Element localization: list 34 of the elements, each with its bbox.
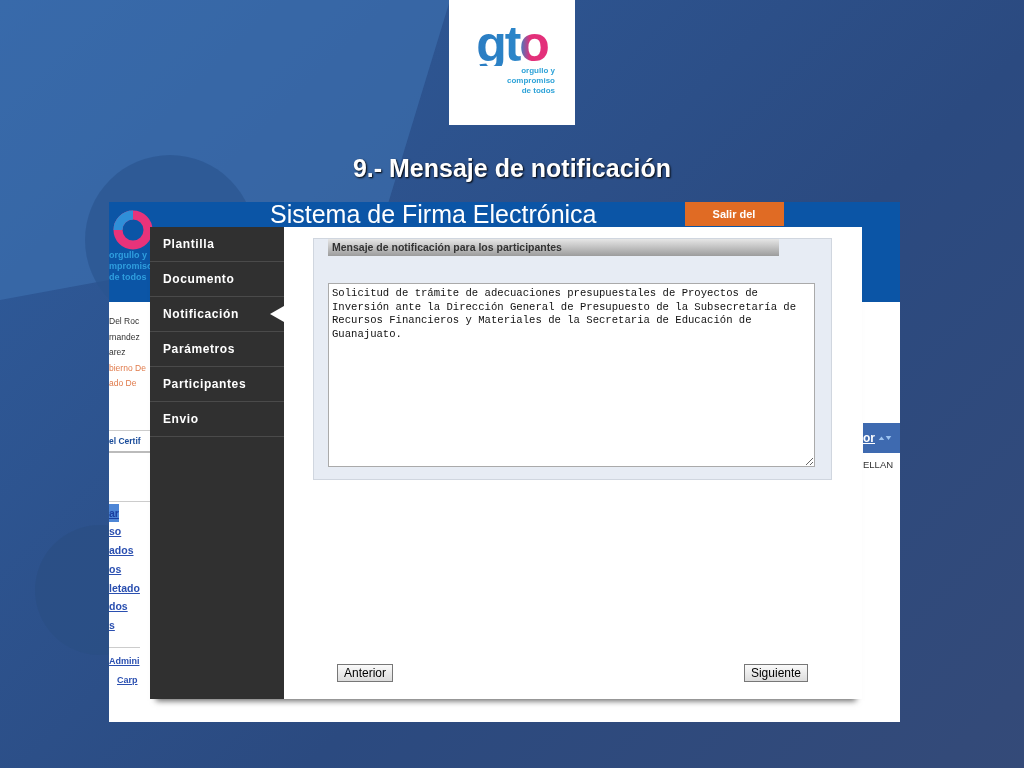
sort-arrows-icon xyxy=(878,435,892,441)
wizard-step[interactable]: Plantilla xyxy=(150,227,284,262)
logo-tagline: compromiso xyxy=(507,76,555,86)
logo-tagline: orgullo y xyxy=(109,250,148,261)
message-field[interactable]: Solicitud de trámite de adecuaciones presupuestales de Proyectos de Inversión ante la Dirección General de Presupuesto de la Subsecretaría de Recursos Financieros y Materiales de la Secretaria de Educación de Guanajuato. xyxy=(328,283,815,467)
logo-tagline: de todos xyxy=(521,86,555,96)
table-cell-text: ELLAN xyxy=(863,459,895,470)
user-info-text: bierno De xyxy=(109,361,147,375)
user-info-text: ado De xyxy=(109,377,138,390)
menu-link[interactable]: ados xyxy=(109,541,134,560)
user-info-text: rnandez xyxy=(109,330,141,344)
ring-logo-icon xyxy=(113,210,153,250)
menu-link[interactable]: os xyxy=(109,559,122,579)
menu-link[interactable]: so xyxy=(109,522,122,542)
menu-link[interactable]: Admini xyxy=(109,647,140,671)
logo-tagline: orgullo y xyxy=(521,66,555,76)
wizard-step[interactable]: Participantes xyxy=(150,367,284,402)
slide-title: 9.- Mensaje de notificación xyxy=(351,153,673,183)
logo-tagline: de todos xyxy=(109,272,148,283)
header-title: Sistema de Firma Electrónica xyxy=(270,202,597,226)
menu-link[interactable]: letado xyxy=(109,578,140,598)
menu-link[interactable]: s xyxy=(109,616,115,636)
panel-title: Mensaje de notificación para los participantes xyxy=(328,239,779,256)
nav-button[interactable]: Anterior xyxy=(337,664,394,682)
column-header[interactable]: or xyxy=(863,423,900,453)
wizard-step[interactable]: Envio xyxy=(150,402,284,437)
wizard-step[interactable]: Notificación xyxy=(150,297,284,332)
user-info-text: Del Roc xyxy=(109,315,141,328)
wizard-step[interactable]: Parámetros xyxy=(150,332,284,367)
menu-link[interactable]: Carp xyxy=(117,670,138,690)
user-info-text: arez xyxy=(109,346,127,359)
nav-button[interactable]: Siguiente xyxy=(743,664,808,682)
menu-link[interactable]: dos xyxy=(109,597,128,617)
wizard-step[interactable]: Documento xyxy=(150,262,284,297)
